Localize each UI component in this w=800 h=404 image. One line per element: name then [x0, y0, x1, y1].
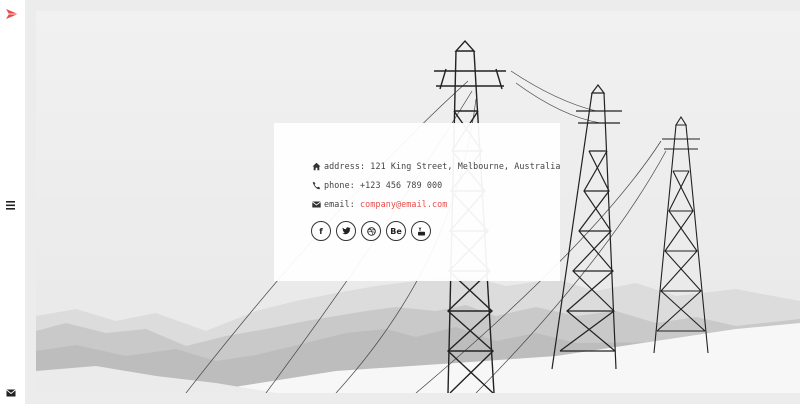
- phone-value: +123 456 789 000: [360, 180, 443, 190]
- behance-icon[interactable]: Be: [386, 221, 406, 241]
- youtube-icon[interactable]: [411, 221, 431, 241]
- phone-icon: [312, 181, 321, 190]
- side-rail: [0, 0, 25, 404]
- email-row: email: company@email.com: [312, 199, 447, 209]
- contact-card: address: 121 King Street, Melbourne, Aus…: [274, 123, 560, 281]
- email-link[interactable]: company@email.com: [360, 199, 447, 209]
- phone-row: phone: +123 456 789 000: [312, 180, 442, 190]
- email-label: email:: [324, 199, 355, 209]
- phone-label: phone:: [324, 180, 355, 190]
- logo-icon[interactable]: [5, 6, 19, 20]
- dribbble-icon[interactable]: [361, 221, 381, 241]
- address-row: address: 121 King Street, Melbourne, Aus…: [312, 161, 561, 171]
- envelope-icon: [312, 200, 321, 209]
- home-icon: [312, 162, 321, 171]
- social-links: f Be: [311, 221, 431, 241]
- twitter-icon[interactable]: [336, 221, 356, 241]
- address-label: address:: [324, 161, 366, 171]
- address-value: 121 King Street, Melbourne, Australia: [370, 161, 561, 171]
- envelope-icon[interactable]: [6, 384, 18, 397]
- hamburger-menu-icon[interactable]: [6, 196, 19, 210]
- facebook-glyph: f: [319, 226, 323, 236]
- facebook-icon[interactable]: f: [311, 221, 331, 241]
- behance-glyph: Be: [390, 226, 402, 236]
